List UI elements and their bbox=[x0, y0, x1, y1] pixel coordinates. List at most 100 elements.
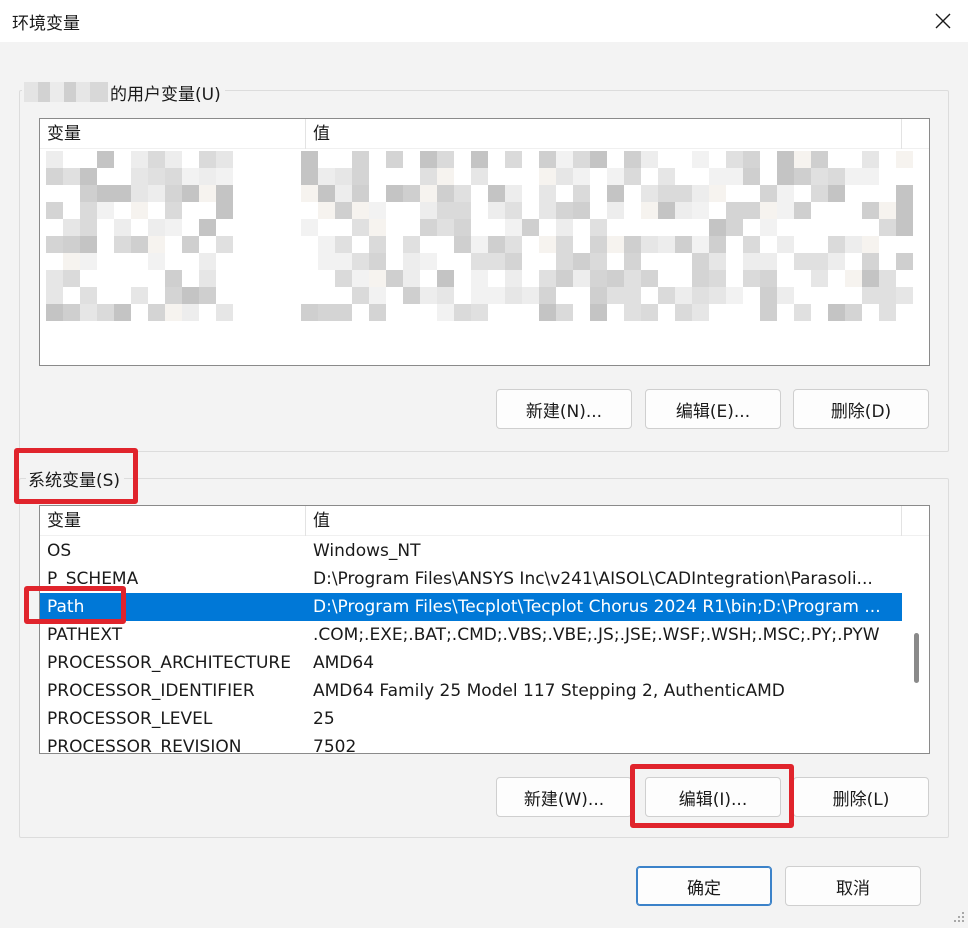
blurred-pixel bbox=[352, 151, 369, 168]
blurred-pixel bbox=[828, 253, 845, 270]
user-new-button[interactable]: 新建(N)... bbox=[496, 389, 632, 429]
blurred-pixel bbox=[505, 287, 522, 304]
blurred-pixel bbox=[675, 287, 692, 304]
blurred-pixel bbox=[879, 287, 896, 304]
table-row-processor-level[interactable]: PROCESSOR_LEVEL 25 bbox=[40, 705, 902, 733]
blurred-pixel bbox=[879, 304, 896, 321]
user-edit-button[interactable]: 编辑(E)... bbox=[645, 389, 781, 429]
blurred-pixel bbox=[471, 253, 488, 270]
blurred-pixel bbox=[97, 202, 114, 219]
table-row-processor-architecture[interactable]: PROCESSOR_ARCHITECTURE AMD64 bbox=[40, 649, 902, 677]
blurred-pixel bbox=[743, 202, 760, 219]
blurred-pixel bbox=[539, 304, 556, 321]
column-header-variable[interactable]: 变量 bbox=[40, 506, 306, 536]
blurred-pixel bbox=[199, 287, 216, 304]
blurred-pixel bbox=[216, 236, 233, 253]
blurred-pixel bbox=[743, 236, 760, 253]
blurred-pixel bbox=[692, 304, 709, 321]
table-row-path[interactable]: Path D:\Program Files\Tecplot\Tecplot Ch… bbox=[40, 593, 902, 621]
ok-button[interactable]: 确定 bbox=[636, 866, 772, 906]
table-row-processor-identifier[interactable]: PROCESSOR_IDENTIFIER AMD64 Family 25 Mod… bbox=[40, 677, 902, 705]
blurred-pixel bbox=[709, 219, 726, 236]
scrollbar-thumb[interactable] bbox=[914, 633, 919, 683]
blurred-pixel bbox=[131, 185, 148, 202]
blurred-pixel bbox=[505, 219, 522, 236]
blurred-pixel bbox=[80, 253, 97, 270]
system-new-button[interactable]: 新建(W)... bbox=[496, 777, 632, 817]
vertical-scrollbar[interactable] bbox=[902, 537, 929, 753]
blurred-pixel bbox=[522, 219, 539, 236]
blurred-pixel bbox=[709, 185, 726, 202]
blurred-pixel bbox=[573, 202, 590, 219]
blurred-pixel bbox=[709, 168, 726, 185]
blurred-pixel bbox=[114, 219, 131, 236]
variable-value: D:\Program Files\Tecplot\Tecplot Chorus … bbox=[313, 597, 881, 617]
blurred-pixel bbox=[692, 151, 709, 168]
blurred-pixel bbox=[505, 151, 522, 168]
blurred-pixel bbox=[777, 168, 794, 185]
blurred-pixel bbox=[437, 287, 454, 304]
blurred-pixel bbox=[165, 168, 182, 185]
blurred-pixel bbox=[896, 253, 913, 270]
blurred-pixel bbox=[488, 185, 505, 202]
blurred-pixel bbox=[199, 219, 216, 236]
system-variables-list[interactable]: 变量 值 OS Windows_NT P_SCHEMA D:\Program F… bbox=[39, 505, 930, 754]
system-variable-rows: OS Windows_NT P_SCHEMA D:\Program Files\… bbox=[40, 537, 902, 753]
blurred-pixel bbox=[114, 185, 131, 202]
blurred-pixel bbox=[420, 253, 437, 270]
blurred-pixel bbox=[658, 168, 675, 185]
table-row-p-schema[interactable]: P_SCHEMA D:\Program Files\ANSYS Inc\v241… bbox=[40, 565, 902, 593]
user-delete-button[interactable]: 删除(D) bbox=[793, 389, 929, 429]
table-row-os[interactable]: OS Windows_NT bbox=[40, 537, 902, 565]
blurred-pixel bbox=[539, 236, 556, 253]
blurred-pixel bbox=[675, 185, 692, 202]
blurred-pixel bbox=[46, 168, 63, 185]
blurred-pixel bbox=[811, 151, 828, 168]
blurred-pixel bbox=[556, 219, 573, 236]
blurred-pixel bbox=[505, 185, 522, 202]
blurred-pixel bbox=[658, 185, 675, 202]
blurred-pixel bbox=[46, 287, 63, 304]
blurred-pixel bbox=[216, 202, 233, 219]
column-header-value[interactable]: 值 bbox=[306, 119, 902, 149]
blurred-pixel bbox=[131, 236, 148, 253]
variable-name: PROCESSOR_ARCHITECTURE bbox=[47, 653, 291, 673]
blurred-pixel bbox=[556, 304, 573, 321]
blurred-pixel bbox=[420, 219, 437, 236]
blurred-pixel bbox=[46, 270, 63, 287]
blurred-pixel bbox=[539, 270, 556, 287]
blurred-pixel bbox=[862, 151, 879, 168]
blurred-pixel bbox=[471, 304, 488, 321]
system-edit-button[interactable]: 编辑(I)... bbox=[645, 777, 781, 817]
table-row-pathext[interactable]: PATHEXT .COM;.EXE;.BAT;.CMD;.VBS;.VBE;.J… bbox=[40, 621, 902, 649]
resize-grip-icon[interactable] bbox=[948, 910, 966, 926]
blurred-pixel bbox=[165, 202, 182, 219]
user-variables-list[interactable]: 变量 值 bbox=[39, 118, 930, 366]
blurred-pixel bbox=[63, 168, 80, 185]
blurred-pixel bbox=[335, 236, 352, 253]
blurred-pixel bbox=[726, 287, 743, 304]
blurred-pixel bbox=[896, 287, 913, 304]
blurred-pixel bbox=[726, 202, 743, 219]
column-header-value[interactable]: 值 bbox=[306, 506, 902, 536]
blurred-pixel bbox=[539, 151, 556, 168]
table-row-processor-revision[interactable]: PROCESSOR_REVISION 7502 bbox=[40, 733, 902, 753]
blurred-pixel bbox=[471, 287, 488, 304]
cancel-button[interactable]: 取消 bbox=[785, 866, 921, 906]
blurred-pixel bbox=[454, 304, 471, 321]
column-header-variable[interactable]: 变量 bbox=[40, 119, 306, 149]
blurred-pixel bbox=[199, 151, 216, 168]
system-delete-button[interactable]: 删除(L) bbox=[793, 777, 929, 817]
blurred-pixel bbox=[692, 236, 709, 253]
blurred-pixel bbox=[760, 287, 777, 304]
blurred-pixel bbox=[63, 236, 80, 253]
close-button[interactable] bbox=[918, 0, 968, 42]
blurred-pixel bbox=[743, 168, 760, 185]
blurred-pixel bbox=[352, 185, 369, 202]
blurred-pixel bbox=[794, 304, 811, 321]
blurred-pixel bbox=[80, 219, 97, 236]
variable-value: D:\Program Files\ANSYS Inc\v241\AISOL\CA… bbox=[313, 569, 873, 589]
blurred-pixel bbox=[80, 287, 97, 304]
variable-name: OS bbox=[47, 541, 72, 561]
blurred-pixel bbox=[862, 236, 879, 253]
